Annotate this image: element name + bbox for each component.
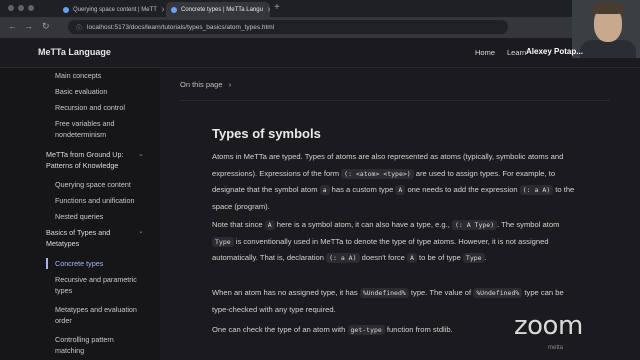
browser-chrome: Querying space content | MeTT ✕ Concrete… [0,0,640,38]
chevron-down-icon[interactable]: ⌄ [138,150,144,158]
on-this-page-toggle[interactable]: On this page › [180,80,231,89]
sidebar-item-main-concepts[interactable]: Main concepts [55,70,155,81]
nav-home[interactable]: Home [475,48,495,57]
site-info-icon[interactable]: ⓘ [76,23,82,32]
back-icon[interactable]: ← [8,21,17,31]
url-text: localhost:5173/docs/learn/tutorials/type… [87,23,275,31]
page-title: Types of symbols [212,126,321,141]
tab-bar: Querying space content | MeTT ✕ Concrete… [0,0,640,17]
chevron-right-icon: › [224,80,232,89]
paragraph-2: Note that since A here is a symbol atom,… [212,220,560,263]
on-this-page-label: On this page [180,80,223,89]
tab-title: Concrete types | MeTTa Langu [181,6,263,13]
chevron-down-icon[interactable]: ⌄ [138,227,144,235]
active-indicator [46,258,48,269]
sidebar-item-concrete-types[interactable]: Concrete types [55,258,155,269]
sidebar-section-types[interactable]: Basics of Types and Metatypes [46,227,128,249]
close-tab-icon[interactable]: ✕ [161,6,164,14]
participant-shirt [580,40,636,58]
site-brand[interactable]: MeTTa Language [38,47,111,57]
sidebar-item-recursive-types[interactable]: Recursive and parametric types [55,274,151,296]
url-bar[interactable]: ⓘ localhost:5173/docs/learn/tutorials/ty… [68,20,508,34]
metta-watermark: metta [548,345,564,351]
forward-icon[interactable]: → [24,21,33,31]
reload-icon[interactable]: ↻ [42,21,50,32]
participant-hair [592,2,624,14]
favicon-icon [63,6,69,13]
tab-title: Querying space content | MeTT [73,6,157,13]
zoom-logo: zoom [514,311,583,341]
sidebar-item-functions[interactable]: Functions and unification [55,195,155,206]
address-row: ← → ↻ ⓘ localhost:5173/docs/learn/tutori… [0,17,640,38]
sidebar-item-basic-evaluation[interactable]: Basic evaluation [55,86,155,97]
participant-name: Alexey Potap... [526,47,583,56]
maximize-window-button[interactable] [28,5,34,11]
sidebar: Main concepts Basic evaluation Recursion… [0,68,160,360]
nav-learn[interactable]: Learn [507,48,526,57]
sidebar-item-free-variables[interactable]: Free variables and nondeterminism [55,118,137,140]
sidebar-item-querying[interactable]: Querying space content [55,179,155,190]
paragraph-1: Atoms in MeTTa are typed. Types of atoms… [212,152,575,211]
browser-tab-concrete-types[interactable]: Concrete types | MeTTa Langu ✕ [166,2,270,17]
close-tab-icon[interactable]: ✕ [267,6,270,14]
sidebar-section-ground-up[interactable]: MeTTa from Ground Up: Patterns of Knowle… [46,149,134,171]
close-window-button[interactable] [8,5,14,11]
minimize-window-button[interactable] [18,5,24,11]
sidebar-item-pattern-matching[interactable]: Controlling pattern matching [55,334,137,356]
sidebar-item-recursion[interactable]: Recursion and control [55,102,155,113]
new-tab-icon[interactable]: + [274,2,280,13]
window-controls [8,5,34,11]
favicon-icon [171,6,177,13]
divider [180,100,610,101]
browser-tab-querying[interactable]: Querying space content | MeTT ✕ [58,2,164,17]
sidebar-item-metatypes[interactable]: Metatypes and evaluation order [55,304,151,326]
sidebar-item-nested-queries[interactable]: Nested queries [55,211,155,222]
